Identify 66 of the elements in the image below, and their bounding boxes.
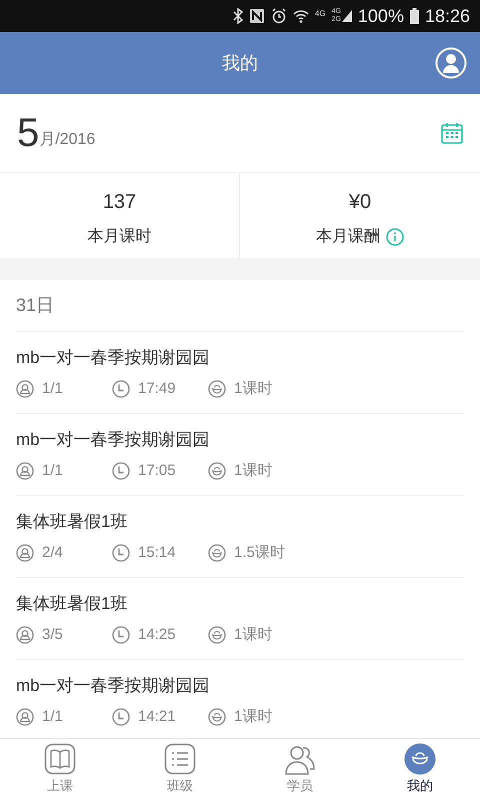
- clock-icon: [112, 626, 130, 644]
- person-icon: [16, 380, 34, 398]
- lesson-time: 17:05: [138, 461, 176, 481]
- lesson-hours: 1课时: [234, 707, 272, 727]
- lesson-time: 15:14: [138, 543, 176, 563]
- lesson-title: 集体班暑假1班: [16, 510, 128, 532]
- tab-item[interactable]: 我的: [360, 739, 480, 800]
- lesson-item[interactable]: mb一对一春季按期谢园园 1/1 17:05 1课时: [16, 414, 464, 496]
- lesson-hours: 1课时: [234, 625, 272, 645]
- ingot-icon: [208, 380, 226, 398]
- lesson-time: 14:25: [138, 625, 176, 645]
- person-icon: [16, 462, 34, 480]
- alarm-icon: [270, 8, 287, 24]
- book-icon: [44, 743, 76, 776]
- lesson-item[interactable]: 集体班暑假1班 2/4 15:14 1.5课时: [16, 496, 464, 578]
- clock-icon: [112, 380, 130, 398]
- lesson-hours: 1课时: [234, 379, 272, 399]
- date-heading: 31日: [16, 294, 54, 317]
- stat-value: ¥0: [348, 190, 372, 215]
- ingot-icon: [404, 743, 436, 776]
- student-count: 1/1: [42, 707, 63, 727]
- battery-icon: [410, 8, 419, 24]
- clock-icon: [112, 708, 130, 726]
- profile-icon[interactable]: [435, 47, 467, 79]
- bluetooth-icon: [232, 8, 243, 24]
- lesson-time: 17:49: [138, 379, 176, 399]
- lesson-item[interactable]: mb一对一春季按期谢园园 1/1 17:49 1课时: [16, 332, 464, 414]
- clock-icon: [112, 462, 130, 480]
- network-label: 4G: [314, 8, 326, 20]
- clock-icon: [112, 544, 130, 562]
- month-number: 5: [17, 113, 40, 153]
- calendar-icon[interactable]: [441, 122, 463, 144]
- clock-time: 18:26: [424, 4, 470, 28]
- person-icon: [16, 626, 34, 644]
- tab-item[interactable]: 班级: [120, 739, 240, 800]
- wifi-icon: [292, 8, 309, 24]
- lesson-hours: 1课时: [234, 461, 272, 481]
- lesson-hours: 1.5课时: [234, 543, 285, 563]
- person-icon: [16, 708, 34, 726]
- stat-label: 本月课酬: [316, 226, 380, 247]
- page-title: 我的: [222, 52, 258, 74]
- lesson-title: mb一对一春季按期谢园园: [16, 674, 211, 696]
- student-count: 1/1: [42, 461, 63, 481]
- lesson-title: mb一对一春季按期谢园园: [16, 428, 211, 450]
- ingot-icon: [208, 462, 226, 480]
- student-count: 1/1: [42, 379, 63, 399]
- stat-value: 137: [102, 190, 136, 215]
- tab-item[interactable]: 上课: [0, 739, 120, 800]
- signal-icon: [342, 10, 352, 22]
- lesson-title: mb一对一春季按期谢园园: [16, 346, 211, 368]
- stat-label: 本月课时: [88, 226, 152, 247]
- student-count: 3/5: [42, 625, 63, 645]
- nfc-icon: [248, 8, 265, 24]
- list-icon: [164, 743, 196, 776]
- ingot-icon: [208, 544, 226, 562]
- lesson-item[interactable]: 集体班暑假1班 3/5 14:25 1课时: [16, 578, 464, 660]
- info-icon: [386, 228, 404, 246]
- lesson-title: 集体班暑假1班: [16, 592, 128, 614]
- tab-item[interactable]: 学员: [240, 739, 360, 800]
- year-label: 月/2016: [39, 130, 96, 150]
- lesson-time: 14:21: [138, 707, 176, 727]
- person-icon: [16, 544, 34, 562]
- ingot-icon: [208, 626, 226, 644]
- student-count: 2/4: [42, 543, 63, 563]
- battery-percentage: 100%: [358, 4, 404, 28]
- ingot-icon: [208, 708, 226, 726]
